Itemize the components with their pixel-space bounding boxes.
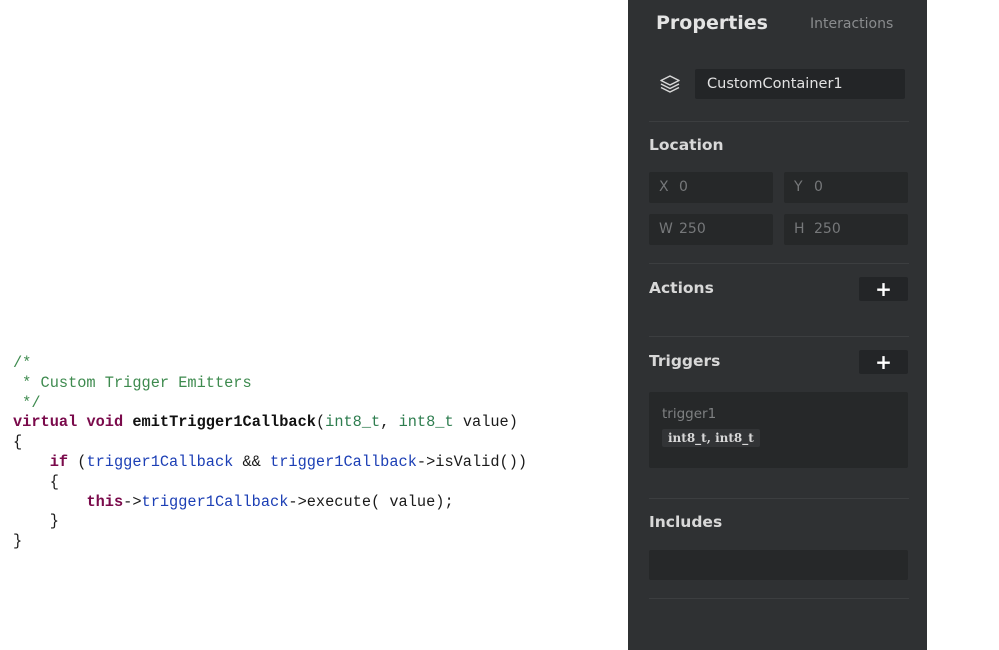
code-token: ( xyxy=(68,452,87,471)
code-line: * Custom Trigger Emitters xyxy=(13,374,527,394)
actions-title: Actions xyxy=(649,279,714,297)
trigger-item[interactable]: trigger1 int8_t, int8_t xyxy=(649,392,908,468)
code-token: } xyxy=(13,512,59,531)
code-line: virtual void emitTrigger1Callback(int8_t… xyxy=(13,413,527,433)
code-line: { xyxy=(13,473,527,493)
code-line: { xyxy=(13,433,527,453)
includes-title: Includes xyxy=(649,513,723,531)
code-token: ->execute( value); xyxy=(288,492,454,511)
x-label: X xyxy=(659,179,669,195)
code-token: -> xyxy=(123,492,142,511)
width-input[interactable]: W 250 xyxy=(649,214,773,245)
divider xyxy=(649,598,909,599)
height-input[interactable]: H 250 xyxy=(784,214,908,245)
code-token: if xyxy=(49,452,69,471)
code-token: emitTrigger1Callback xyxy=(132,413,316,432)
w-label: W xyxy=(659,221,673,237)
location-title: Location xyxy=(649,136,724,154)
trigger-args-badge: int8_t, int8_t xyxy=(662,429,760,447)
tab-properties[interactable]: Properties xyxy=(656,12,768,34)
code-token: { xyxy=(13,472,59,491)
tab-interactions[interactable]: Interactions xyxy=(810,16,893,32)
code-token: && xyxy=(233,452,271,471)
h-label: H xyxy=(794,221,805,237)
code-token: int8_t xyxy=(398,413,454,432)
divider xyxy=(649,121,909,122)
y-label: Y xyxy=(794,179,803,195)
code-snippet: /* * Custom Trigger Emitters */virtual v… xyxy=(13,354,527,552)
code-token: * Custom Trigger Emitters xyxy=(13,373,252,392)
y-input[interactable]: Y0 xyxy=(784,172,908,203)
layers-icon xyxy=(660,75,680,93)
properties-panel: Properties Interactions Location X0 Y0 W… xyxy=(628,0,927,650)
add-trigger-button[interactable]: + xyxy=(859,350,908,374)
code-token: void xyxy=(86,413,124,432)
triggers-title: Triggers xyxy=(649,352,721,370)
divider xyxy=(649,336,909,337)
code-token: virtual xyxy=(13,413,78,432)
code-token: value) xyxy=(453,413,518,432)
divider xyxy=(649,498,909,499)
y-value: 0 xyxy=(814,179,823,195)
code-line: this->trigger1Callback->execute( value); xyxy=(13,493,527,513)
divider xyxy=(649,263,909,264)
code-token: ( xyxy=(315,413,326,432)
code-token: int8_t xyxy=(325,413,381,432)
trigger-name: trigger1 xyxy=(662,406,717,422)
code-token: */ xyxy=(13,393,41,412)
code-token: /* xyxy=(13,354,32,372)
code-line: /* xyxy=(13,354,527,374)
panel-header: Properties Interactions xyxy=(628,0,927,50)
plus-icon: + xyxy=(875,277,892,301)
plus-icon: + xyxy=(875,350,892,374)
x-value: 0 xyxy=(679,179,688,195)
w-value: 250 xyxy=(679,221,706,237)
code-token: trigger1Callback xyxy=(86,452,234,471)
h-value: 250 xyxy=(814,221,841,237)
code-line: } xyxy=(13,532,527,552)
code-line: if (trigger1Callback && trigger1Callback… xyxy=(13,453,527,473)
code-token: this xyxy=(86,492,124,511)
x-input[interactable]: X0 xyxy=(649,172,773,203)
add-action-button[interactable]: + xyxy=(859,277,908,301)
code-token: trigger1Callback xyxy=(270,452,417,471)
code-token: } xyxy=(13,532,23,551)
code-line: */ xyxy=(13,394,527,414)
code-token: , xyxy=(380,413,399,432)
code-token: { xyxy=(13,433,23,452)
code-token: trigger1Callback xyxy=(141,492,289,511)
includes-input[interactable] xyxy=(649,550,908,580)
container-name-input[interactable] xyxy=(695,69,905,99)
code-line: } xyxy=(13,512,527,532)
code-token: ->isValid()) xyxy=(416,452,528,471)
